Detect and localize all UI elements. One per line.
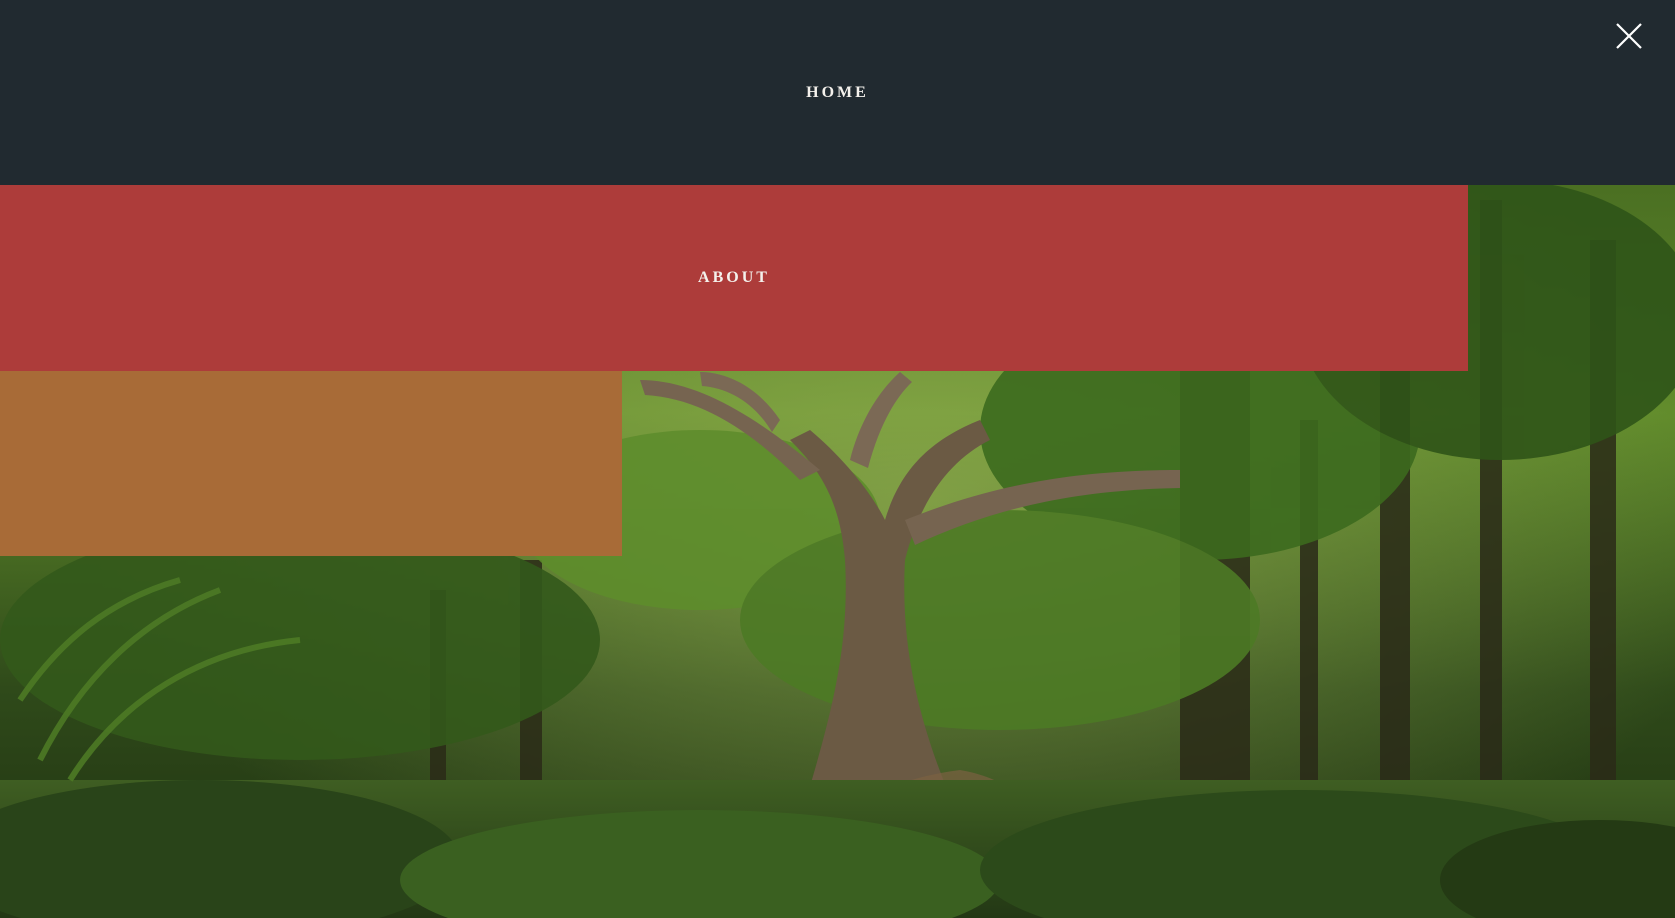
menu-item-home-label: HOME bbox=[806, 83, 869, 101]
menu-item-about[interactable]: ABOUT bbox=[0, 185, 1468, 371]
menu-item-third[interactable] bbox=[0, 371, 622, 556]
menu-item-home[interactable]: HOME bbox=[0, 0, 1675, 185]
close-icon bbox=[1611, 18, 1647, 54]
menu-item-about-label: ABOUT bbox=[698, 269, 770, 286]
close-button[interactable] bbox=[1611, 18, 1647, 54]
menu-overlay: HOME ABOUT bbox=[0, 0, 1675, 918]
